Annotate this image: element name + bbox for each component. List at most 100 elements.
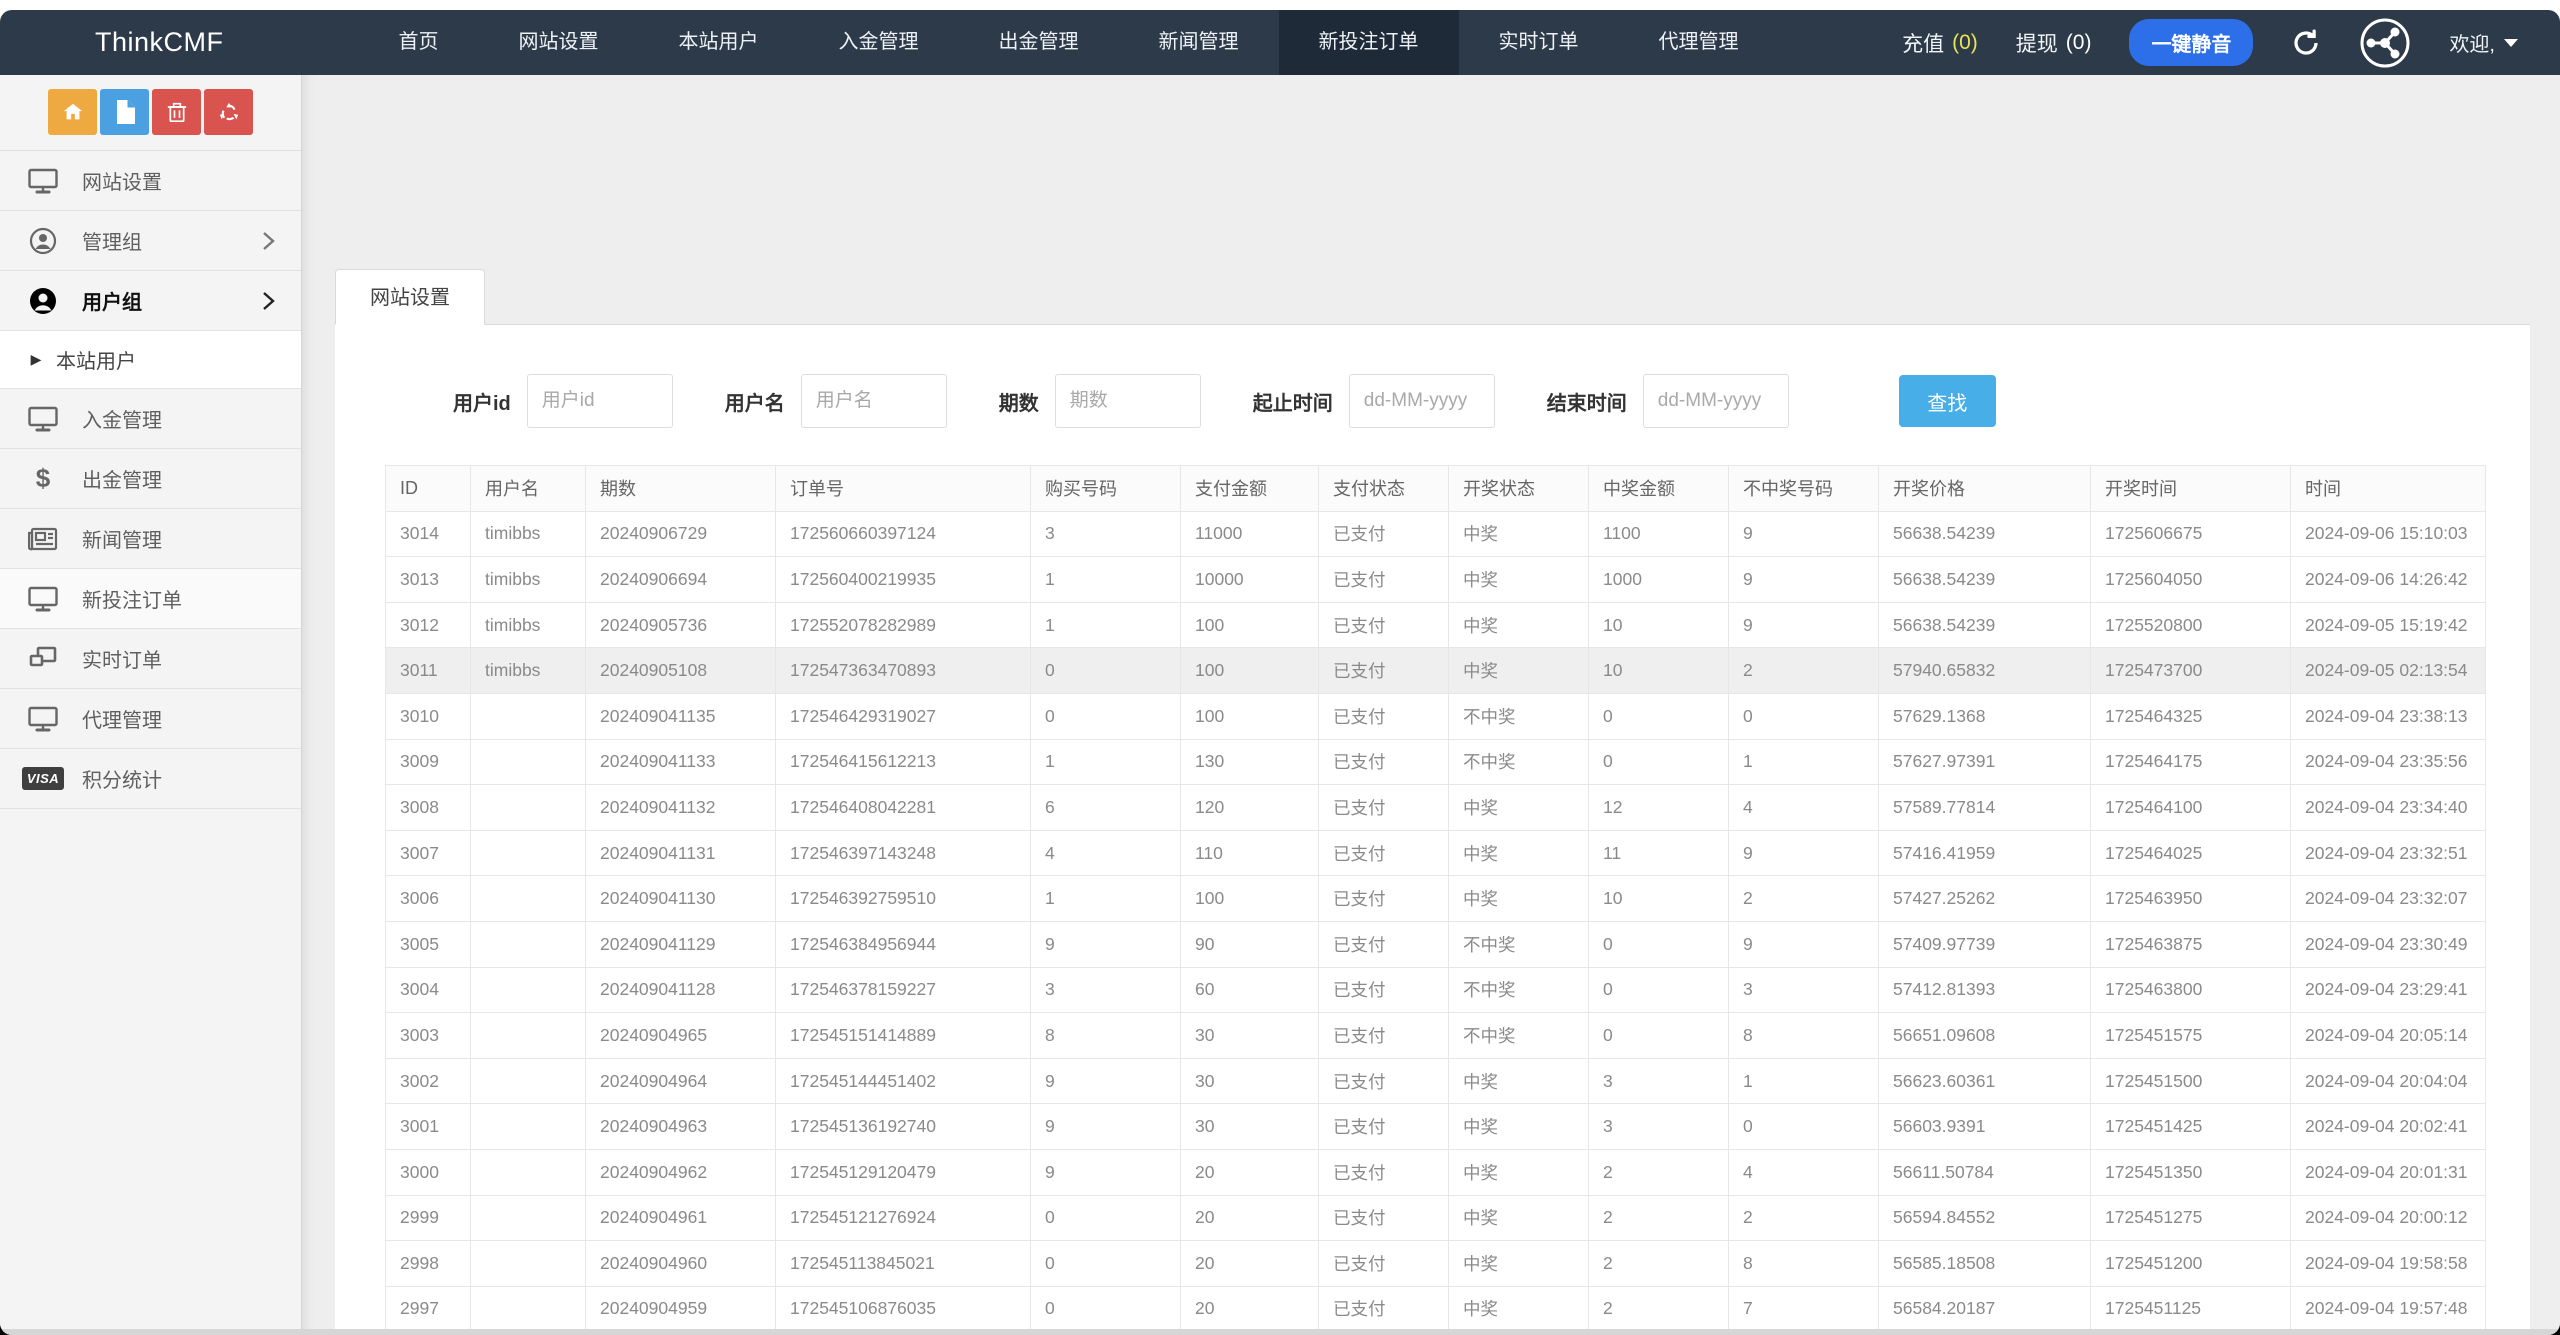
sidebar-item-0[interactable]: 网站设置 [0, 151, 301, 211]
sidebar-item-6[interactable]: 新闻管理 [0, 509, 301, 569]
table-cell: 202409041135 [586, 693, 776, 739]
nav-item-5[interactable]: 新闻管理 [1119, 10, 1279, 75]
table-cell: 4 [1729, 1149, 1879, 1195]
search-button[interactable]: 查找 [1899, 375, 1996, 427]
table-cell: 10000 [1181, 557, 1319, 603]
sidebar-item-7[interactable]: 新投注订单 [0, 569, 301, 629]
trash-button[interactable] [152, 89, 201, 135]
table-cell: 1 [1031, 557, 1181, 603]
recycle-button[interactable] [204, 89, 253, 135]
table-cell: 20240905108 [586, 648, 776, 694]
nav-item-0[interactable]: 首页 [359, 10, 479, 75]
table-cell: 0 [1589, 967, 1729, 1013]
tab-site-settings[interactable]: 网站设置 [335, 269, 485, 325]
table-cell: 172546384956944 [776, 921, 1031, 967]
table-cell: 9 [1729, 921, 1879, 967]
column-header: 用户名 [471, 466, 586, 512]
table-cell: 0 [1031, 1241, 1181, 1287]
nav-item-3[interactable]: 入金管理 [799, 10, 959, 75]
column-header: 不中奖号码 [1729, 466, 1879, 512]
table-cell: 20240904960 [586, 1241, 776, 1287]
table-cell: 已支付 [1319, 557, 1449, 603]
table-cell: 2024-09-05 02:13:54 [2291, 648, 2486, 694]
table-cell: 1725451575 [2091, 1013, 2291, 1059]
file-button[interactable] [100, 89, 149, 135]
table-cell: 0 [1589, 739, 1729, 785]
mute-button[interactable]: 一键静音 [2129, 19, 2253, 66]
table-row: 3004202409041128172546378159227360已支付不中奖… [386, 967, 2486, 1013]
visa-icon: VISA [26, 767, 60, 790]
nav-item-4[interactable]: 出金管理 [959, 10, 1119, 75]
table-cell: 2024-09-04 23:29:41 [2291, 967, 2486, 1013]
sidebar-item-label: 新投注订单 [82, 584, 275, 613]
table-cell: 20240905736 [586, 602, 776, 648]
sidebar-item-3[interactable]: ▶本站用户 [0, 331, 301, 389]
period-input[interactable] [1055, 374, 1201, 428]
table-cell: 90 [1181, 921, 1319, 967]
table-cell: 2024-09-04 23:32:51 [2291, 830, 2486, 876]
table-cell: 172546378159227 [776, 967, 1031, 1013]
sidebar-item-9[interactable]: 代理管理 [0, 689, 301, 749]
table-cell: 1725464025 [2091, 830, 2291, 876]
sidebar-item-4[interactable]: 入金管理 [0, 389, 301, 449]
table-cell: 不中奖 [1449, 739, 1589, 785]
search-form: 用户id用户名期数起止时间结束时间查找 [335, 325, 2530, 429]
recharge-stat[interactable]: 充值 (0) [1902, 28, 1978, 58]
sidebar-item-5[interactable]: $出金管理 [0, 449, 301, 509]
avatar[interactable] [2359, 17, 2411, 69]
table-cell: 1 [1031, 739, 1181, 785]
table-row: 300320240904965172545151414889830已支付不中奖0… [386, 1013, 2486, 1059]
chevron-right-icon [262, 291, 275, 311]
table-cell: 20240904963 [586, 1104, 776, 1150]
refresh-icon[interactable] [2291, 28, 2321, 58]
username-input[interactable] [801, 374, 947, 428]
withdraw-stat[interactable]: 提现 (0) [2016, 28, 2092, 58]
table-cell: timibbs [471, 648, 586, 694]
table-cell: 已支付 [1319, 511, 1449, 557]
sidebar-item-label: 入金管理 [82, 404, 275, 433]
nav-item-8[interactable]: 代理管理 [1619, 10, 1779, 75]
home-button[interactable] [48, 89, 97, 135]
column-header: 支付状态 [1319, 466, 1449, 512]
table-cell: 3 [1589, 1104, 1729, 1150]
period-label: 期数 [999, 387, 1039, 416]
table-cell: 20 [1181, 1195, 1319, 1241]
table-cell: 3003 [386, 1013, 471, 1059]
nav-item-7[interactable]: 实时订单 [1459, 10, 1619, 75]
start-time-input[interactable] [1349, 374, 1495, 428]
table-cell: 8 [1031, 1013, 1181, 1059]
table-cell: 中奖 [1449, 1195, 1589, 1241]
table-cell: 3 [1589, 1058, 1729, 1104]
column-header: 开奖时间 [2091, 466, 2291, 512]
userid-input[interactable] [527, 374, 673, 428]
column-header: 期数 [586, 466, 776, 512]
brand-logo[interactable]: ThinkCMF [95, 27, 224, 58]
table-cell: 9 [1031, 1149, 1181, 1195]
sidebar-item-label: 用户组 [82, 286, 262, 315]
trash-icon [167, 101, 187, 123]
table-cell: 202409041129 [586, 921, 776, 967]
sidebar-item-1[interactable]: 管理组 [0, 211, 301, 271]
user-menu[interactable]: 欢迎, [2449, 28, 2518, 57]
table-cell: 中奖 [1449, 557, 1589, 603]
column-header: 支付金额 [1181, 466, 1319, 512]
table-cell: 1725451350 [2091, 1149, 2291, 1195]
table-cell: 不中奖 [1449, 693, 1589, 739]
table-cell: 已支付 [1319, 1241, 1449, 1287]
sidebar-item-2[interactable]: 用户组 [0, 271, 301, 331]
file-icon [115, 100, 135, 124]
nav-item-6[interactable]: 新投注订单 [1279, 10, 1459, 75]
table-cell: 1725451425 [2091, 1104, 2291, 1150]
nav-item-1[interactable]: 网站设置 [479, 10, 639, 75]
nav-item-2[interactable]: 本站用户 [639, 10, 799, 75]
table-cell: 20 [1181, 1241, 1319, 1287]
table-cell: 3 [1729, 967, 1879, 1013]
sidebar-item-10[interactable]: VISA积分统计 [0, 749, 301, 809]
start-time-label: 起止时间 [1253, 387, 1333, 416]
table-row: 30062024090411301725463927595101100已支付中奖… [386, 876, 2486, 922]
table-cell: 56603.9391 [1879, 1104, 2091, 1150]
table-cell: 56584.20187 [1879, 1286, 2091, 1332]
table-cell: 20240904962 [586, 1149, 776, 1195]
sidebar-item-8[interactable]: 实时订单 [0, 629, 301, 689]
end-time-input[interactable] [1643, 374, 1789, 428]
